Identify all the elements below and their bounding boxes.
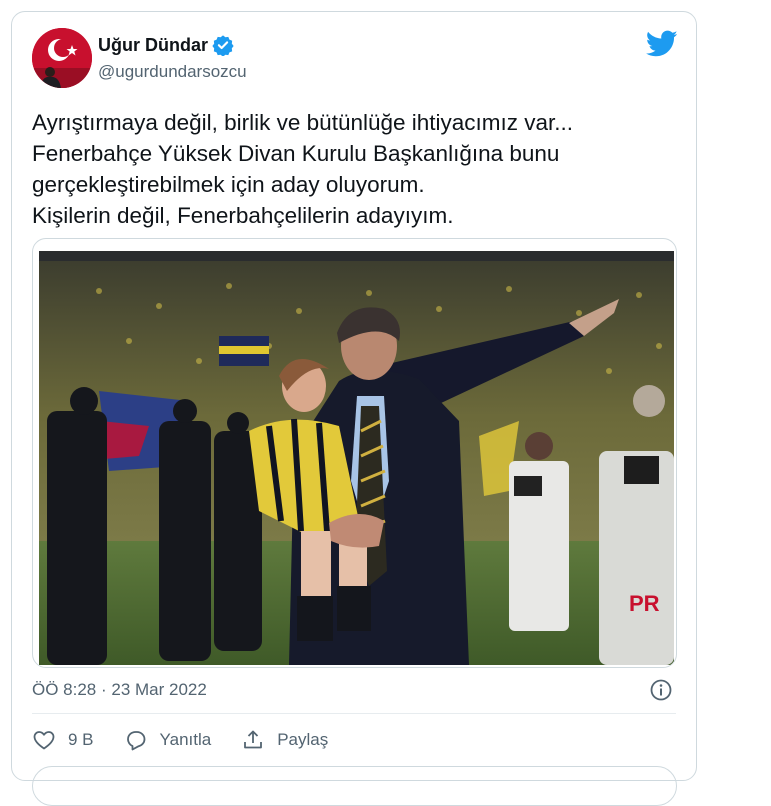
tweet-card: Uğur Dündar @ugurdundarsozcu Ayrıştırmay… <box>11 11 697 806</box>
tweet-photo[interactable]: PR <box>32 238 677 668</box>
like-button[interactable]: 9 B <box>32 728 94 752</box>
svg-text:PR: PR <box>629 591 660 616</box>
tweet-text: Ayrıştırmaya değil, birlik ve bütünlüğe … <box>32 107 672 231</box>
tweet-text-line: Ayrıştırmaya değil, birlik ve bütünlüğe … <box>32 110 574 135</box>
info-icon[interactable] <box>649 678 673 702</box>
verified-badge-icon <box>212 35 234 56</box>
share-label: Paylaş <box>277 730 329 749</box>
reply-prompt-box[interactable] <box>32 766 677 806</box>
tweet-text-line: gerçekleştirebilmek için aday oluyorum. <box>32 172 425 197</box>
action-bar: 9 B Yanıtla Paylaş <box>32 728 358 752</box>
author-handle[interactable]: @ugurdundarsozcu <box>98 62 247 82</box>
twitter-bird-icon[interactable] <box>646 30 678 58</box>
speech-bubble-icon <box>126 731 145 751</box>
share-button[interactable]: Paylaş <box>241 728 328 752</box>
avatar[interactable] <box>32 28 92 88</box>
reply-label: Yanıtla <box>159 730 212 749</box>
tweet-text-line: Fenerbahçe Yüksek Divan Kurulu Başkanlığ… <box>32 141 560 166</box>
stadium-photo: PR <box>39 251 674 665</box>
heart-icon <box>33 731 55 750</box>
reply-button[interactable]: Yanıtla <box>124 728 212 752</box>
tweet-timestamp[interactable]: ÖÖ 8:28 · 23 Mar 2022 <box>32 680 207 700</box>
like-count: 9 B <box>68 730 94 749</box>
divider <box>32 713 676 714</box>
tweet-text-line: Kişilerin değil, Fenerbahçelilerin adayı… <box>32 203 454 228</box>
share-icon <box>244 730 263 749</box>
author-name[interactable]: Uğur Dündar <box>98 35 208 56</box>
